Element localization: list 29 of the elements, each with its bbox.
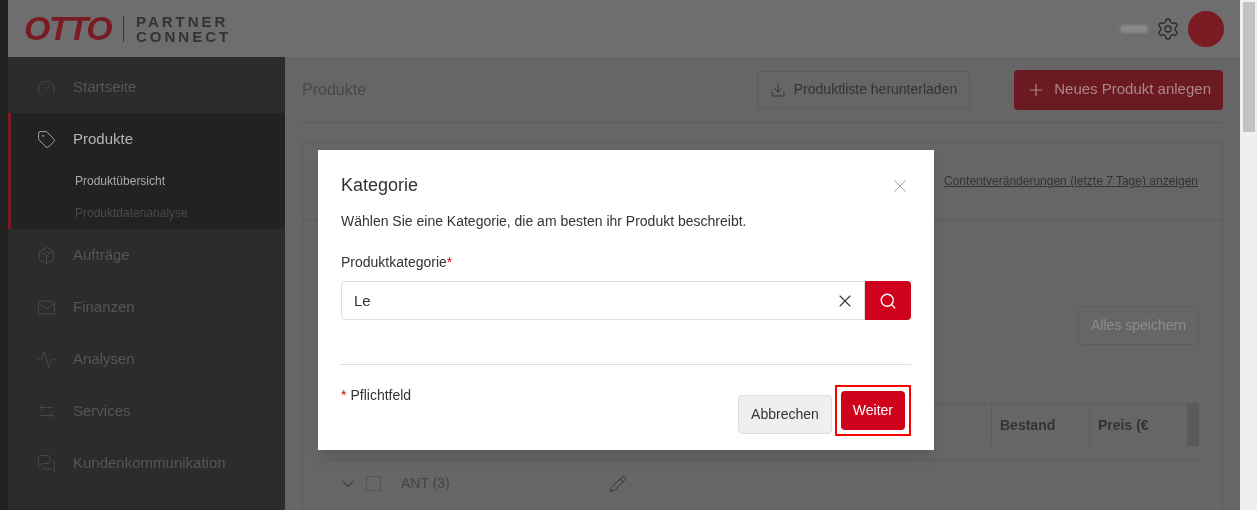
footnote-mark: * <box>341 386 347 405</box>
field-label: Produktkategorie <box>341 253 447 272</box>
logo-text: CONNECT <box>136 28 232 44</box>
dialog-title: Kategorie <box>341 174 419 197</box>
chat-icon <box>37 453 56 473</box>
required-note: Pflichtfeld <box>350 386 412 405</box>
new-product-button[interactable]: Neues Produkt anlegen <box>1014 69 1223 110</box>
logo-divider <box>123 15 124 42</box>
pencil-icon[interactable] <box>609 474 627 493</box>
logo-text: PARTNER <box>136 13 230 29</box>
pulse-chart-icon <box>37 349 56 369</box>
cancel-button[interactable]: Abbrechen <box>738 395 832 434</box>
tag-icon <box>37 129 56 149</box>
arrows-icon <box>37 401 56 421</box>
blurred-username <box>1120 24 1148 33</box>
settings-icon[interactable] <box>1156 16 1180 41</box>
dialog-description: Wählen Sie eine Kategorie, die am besten ihr Produkt beschreibt. <box>341 212 748 231</box>
sidebar-item[interactable]: Produkte <box>11 113 285 165</box>
required-mark: * <box>446 253 453 272</box>
category-input[interactable]: Le <box>341 281 865 320</box>
search-button[interactable] <box>865 281 911 320</box>
avatar[interactable] <box>1188 10 1224 47</box>
logo-brand: OTTO <box>24 8 111 49</box>
scrollbar-thumb[interactable] <box>1242 2 1255 132</box>
next-button[interactable]: Weiter <box>840 391 905 430</box>
sidebar-subitem[interactable]: Produktübersicht <box>11 165 285 197</box>
search-icon <box>879 291 897 310</box>
box-icon <box>37 245 56 265</box>
download-icon <box>769 81 786 98</box>
